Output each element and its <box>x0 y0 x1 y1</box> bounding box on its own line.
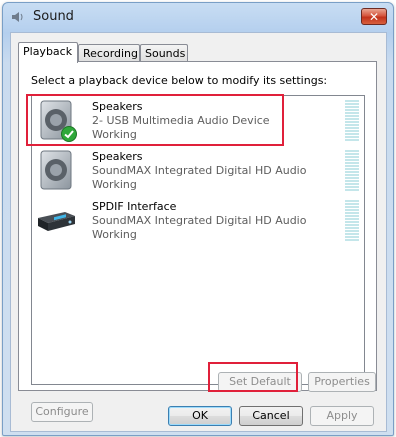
spdif-receiver-icon <box>38 212 75 231</box>
speaker-icon <box>40 150 72 190</box>
highlight-box-set-default <box>208 362 298 392</box>
instruction-text: Select a playback device below to modify… <box>31 74 328 87</box>
cancel-button[interactable]: Cancel <box>239 406 303 426</box>
tab-sounds[interactable]: Sounds <box>140 44 188 62</box>
apply-button[interactable]: Apply <box>310 406 374 426</box>
sound-dialog: Sound ✕ Playback Recording Sounds Select… <box>2 2 394 436</box>
device-status: Working <box>92 228 137 241</box>
close-button[interactable]: ✕ <box>361 8 387 25</box>
device-name: SPDIF Interface <box>92 200 177 213</box>
tab-recording[interactable]: Recording <box>78 44 140 62</box>
tab-playback[interactable]: Playback <box>18 42 78 63</box>
speaker-icon <box>12 12 23 22</box>
device-description: SoundMAX Integrated Digital HD Audio <box>92 164 307 177</box>
properties-button[interactable]: Properties <box>308 372 376 392</box>
title-bar[interactable]: Sound ✕ <box>3 3 393 31</box>
dialog-body: Playback Recording Sounds Select a playb… <box>10 32 387 432</box>
ok-button[interactable]: OK <box>168 406 232 426</box>
volume-meter <box>345 150 359 191</box>
highlight-box-default-device <box>26 94 284 146</box>
device-status: Working <box>92 178 137 191</box>
close-icon: ✕ <box>368 10 380 24</box>
device-description: SoundMAX Integrated Digital HD Audio <box>92 214 307 227</box>
device-item-speakers-soundmax[interactable]: Speakers SoundMAX Integrated Digital HD … <box>32 146 364 196</box>
volume-meter <box>345 100 359 141</box>
volume-meter <box>345 200 359 241</box>
configure-button[interactable]: Configure <box>31 402 93 422</box>
device-name: Speakers <box>92 150 143 163</box>
window-title: Sound <box>33 9 74 24</box>
device-item-spdif[interactable]: SPDIF Interface SoundMAX Integrated Digi… <box>32 196 364 246</box>
